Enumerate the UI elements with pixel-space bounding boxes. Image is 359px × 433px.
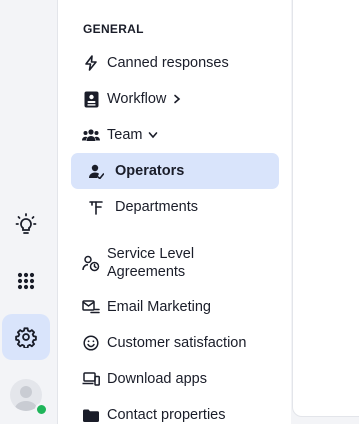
presence-indicator (35, 403, 48, 416)
nav-item-customer-satisfaction[interactable]: Customer satisfaction (71, 325, 279, 361)
lightning-icon (82, 54, 100, 72)
nav-item-team[interactable]: Team (71, 117, 279, 153)
apps-grid-icon[interactable] (2, 258, 50, 304)
smiley-icon (82, 334, 100, 352)
nav-item-download-apps[interactable]: Download apps (71, 361, 279, 397)
nav-item-label: Canned responses (107, 55, 229, 71)
content-card (292, 0, 359, 417)
nav-item-label: Customer satisfaction (107, 335, 247, 351)
section-title: GENERAL (83, 22, 144, 36)
departments-icon (87, 198, 105, 216)
devices-icon (82, 370, 100, 388)
icon-rail (0, 0, 58, 424)
chevron-down-icon[interactable] (148, 130, 158, 140)
lightbulb-icon[interactable] (2, 201, 50, 247)
email-marketing-icon (82, 298, 100, 316)
nav-item-label: Download apps (107, 371, 207, 387)
nav-item-label: Workflow (107, 91, 167, 107)
nav-item-departments[interactable]: Departments (71, 189, 279, 225)
nav-item-label: Operators (115, 163, 185, 179)
nav-item-label: Team (107, 127, 143, 143)
settings-gear-icon[interactable] (2, 314, 50, 360)
nav-item-label: Departments (115, 199, 199, 215)
nav-item-label: Contact properties (107, 407, 226, 423)
nav-item-label: Email Marketing (107, 299, 211, 315)
workflow-icon (82, 90, 100, 108)
team-icon (82, 126, 100, 144)
nav-item-label: Service Level Agreements (107, 246, 195, 280)
nav-item-workflow[interactable]: Workflow (71, 81, 279, 117)
sla-icon (82, 254, 100, 272)
nav-item-service-level-agreements[interactable]: Service Level Agreements (71, 243, 279, 283)
chevron-right-icon[interactable] (172, 94, 182, 104)
nav-item-canned-responses[interactable]: Canned responses (71, 45, 279, 81)
settings-nav-panel: GENERAL Canned responses Workflow Team O… (59, 0, 291, 424)
operator-icon (87, 162, 105, 180)
nav-item-email-marketing[interactable]: Email Marketing (71, 289, 279, 325)
folder-icon (82, 406, 100, 424)
nav-item-contact-properties[interactable]: Contact properties (71, 397, 279, 433)
nav-item-operators[interactable]: Operators (71, 153, 279, 189)
